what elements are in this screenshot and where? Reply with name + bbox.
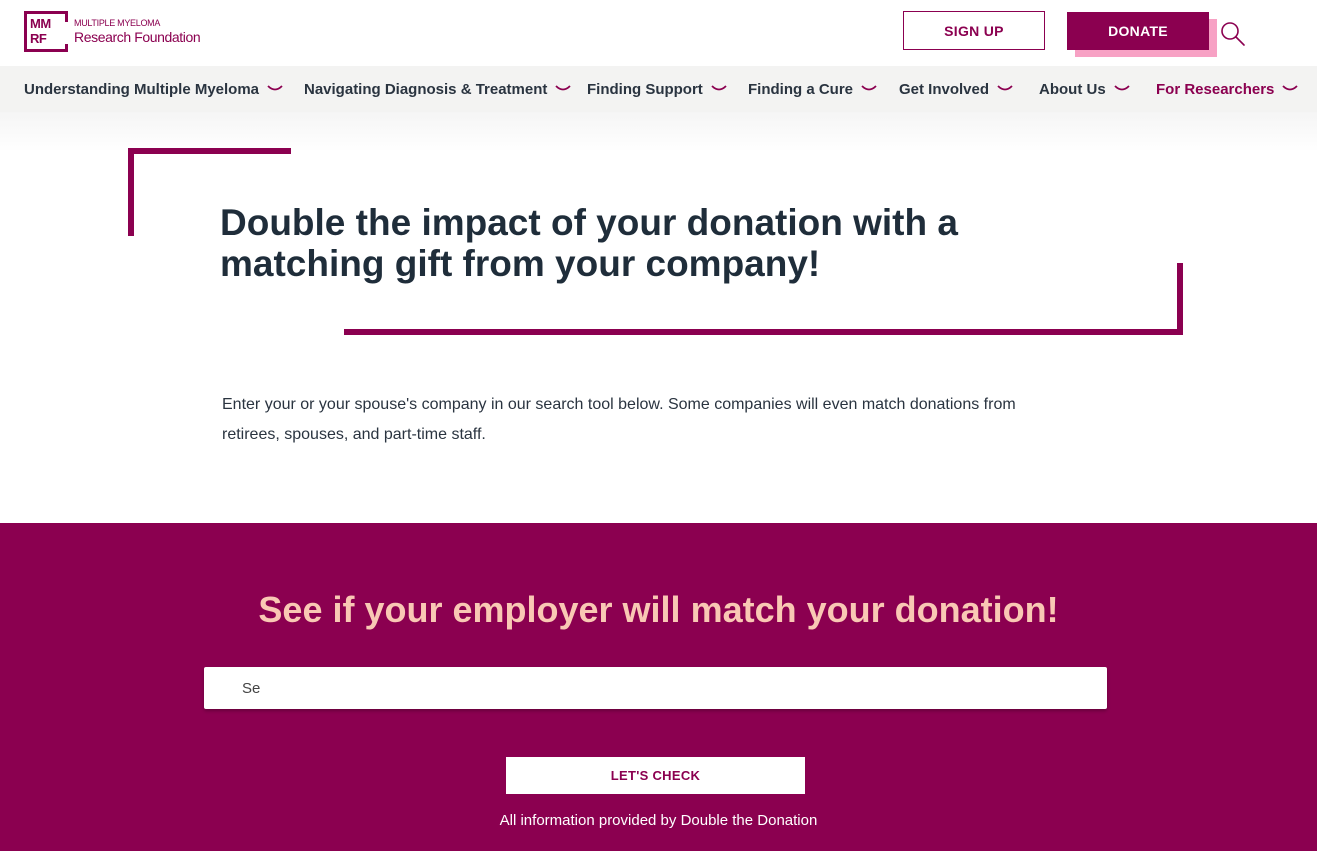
nav-item-label: Finding Support	[587, 80, 703, 98]
mmrf-logo[interactable]: MM RF MULTIPLE MYELOMA Research Foundati…	[24, 11, 201, 52]
nav-item-finding-a-cure[interactable]: Finding a Cure	[748, 66, 877, 112]
chevron-down-icon	[861, 85, 877, 91]
hero-frame-top-left-vertical	[128, 148, 134, 236]
intro-text: Enter your or your spouse's company in o…	[222, 396, 1016, 443]
nav-item-label: Navigating Diagnosis & Treatment	[304, 80, 548, 98]
attribution-text: All information provided by Double the D…	[499, 812, 818, 829]
nav-item-for-researchers[interactable]: For Researchers	[1156, 66, 1299, 112]
logo-mark: MM RF	[24, 11, 68, 52]
logo-name: Research Foundation	[74, 29, 201, 45]
chevron-down-icon	[1114, 85, 1130, 91]
logo-text: MULTIPLE MYELOMA Research Foundation	[74, 18, 201, 45]
nav-shadow	[0, 112, 1317, 152]
nav-item-navigating-diagnosis-treatment[interactable]: Navigating Diagnosis & Treatment	[304, 66, 572, 112]
chevron-down-icon	[1282, 85, 1299, 91]
nav-item-label: Understanding Multiple Myeloma	[24, 80, 260, 98]
sign-up-button[interactable]: SIGN UP	[903, 11, 1045, 50]
company-search-input[interactable]	[204, 667, 1107, 709]
logo-small-text: MULTIPLE MYELOMA	[74, 18, 161, 28]
hero-frame-bottom-right-vertical	[1177, 263, 1183, 335]
chevron-down-icon	[555, 85, 572, 91]
logo-mark-line2: RF	[30, 31, 47, 46]
nav-item-label: For Researchers	[1156, 80, 1275, 98]
nav-item-label: About Us	[1039, 80, 1106, 98]
site-header: MM RF MULTIPLE MYELOMA Research Foundati…	[0, 0, 1317, 66]
hero-frame-bottom-right	[344, 329, 1183, 335]
search-icon[interactable]	[1219, 20, 1247, 48]
nav-item-get-involved[interactable]: Get Involved	[899, 66, 1013, 112]
page-title: Double the impact of your donation with …	[220, 202, 958, 284]
lets-check-button[interactable]: LET'S CHECK	[506, 757, 805, 794]
chevron-down-icon	[267, 85, 283, 91]
nav-item-understanding-multiple-myeloma[interactable]: Understanding Multiple Myeloma	[24, 66, 283, 112]
hero-frame-top-left	[128, 148, 291, 154]
match-title: See if your employer will match your don…	[258, 589, 1059, 630]
donate-button-wrap: DONATE	[1067, 12, 1217, 57]
logo-mark-line1: MM	[30, 16, 51, 31]
chevron-down-icon	[711, 85, 727, 91]
nav-item-about-us[interactable]: About Us	[1039, 66, 1130, 112]
donate-button[interactable]: DONATE	[1067, 12, 1209, 50]
chevron-down-icon	[997, 85, 1013, 91]
nav-item-label: Get Involved	[899, 80, 990, 98]
nav-item-finding-support[interactable]: Finding Support	[587, 66, 727, 112]
main-nav: Understanding Multiple Myeloma Navigatin…	[0, 66, 1317, 112]
employer-match-section: See if your employer will match your don…	[0, 523, 1317, 851]
nav-item-label: Finding a Cure	[748, 80, 853, 98]
